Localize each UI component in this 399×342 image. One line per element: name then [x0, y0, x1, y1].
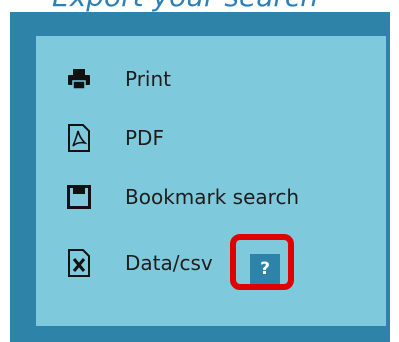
- menu-item-pdf[interactable]: PDF: [66, 117, 164, 159]
- menu-item-label: Data/csv: [125, 251, 213, 275]
- pdf-icon: [66, 123, 92, 153]
- help-button[interactable]: ?: [250, 254, 280, 284]
- excel-icon: [66, 248, 92, 278]
- bookmark-icon: [66, 182, 92, 212]
- menu-item-label: PDF: [125, 126, 164, 150]
- printer-icon: [66, 64, 92, 94]
- menu-item-label: Bookmark search: [125, 185, 300, 209]
- menu-item-data-csv[interactable]: Data/csv: [66, 242, 213, 284]
- menu-item-bookmark-search[interactable]: Bookmark search: [66, 176, 299, 218]
- menu-item-label: Print: [125, 67, 172, 91]
- menu-item-print[interactable]: Print: [66, 58, 171, 100]
